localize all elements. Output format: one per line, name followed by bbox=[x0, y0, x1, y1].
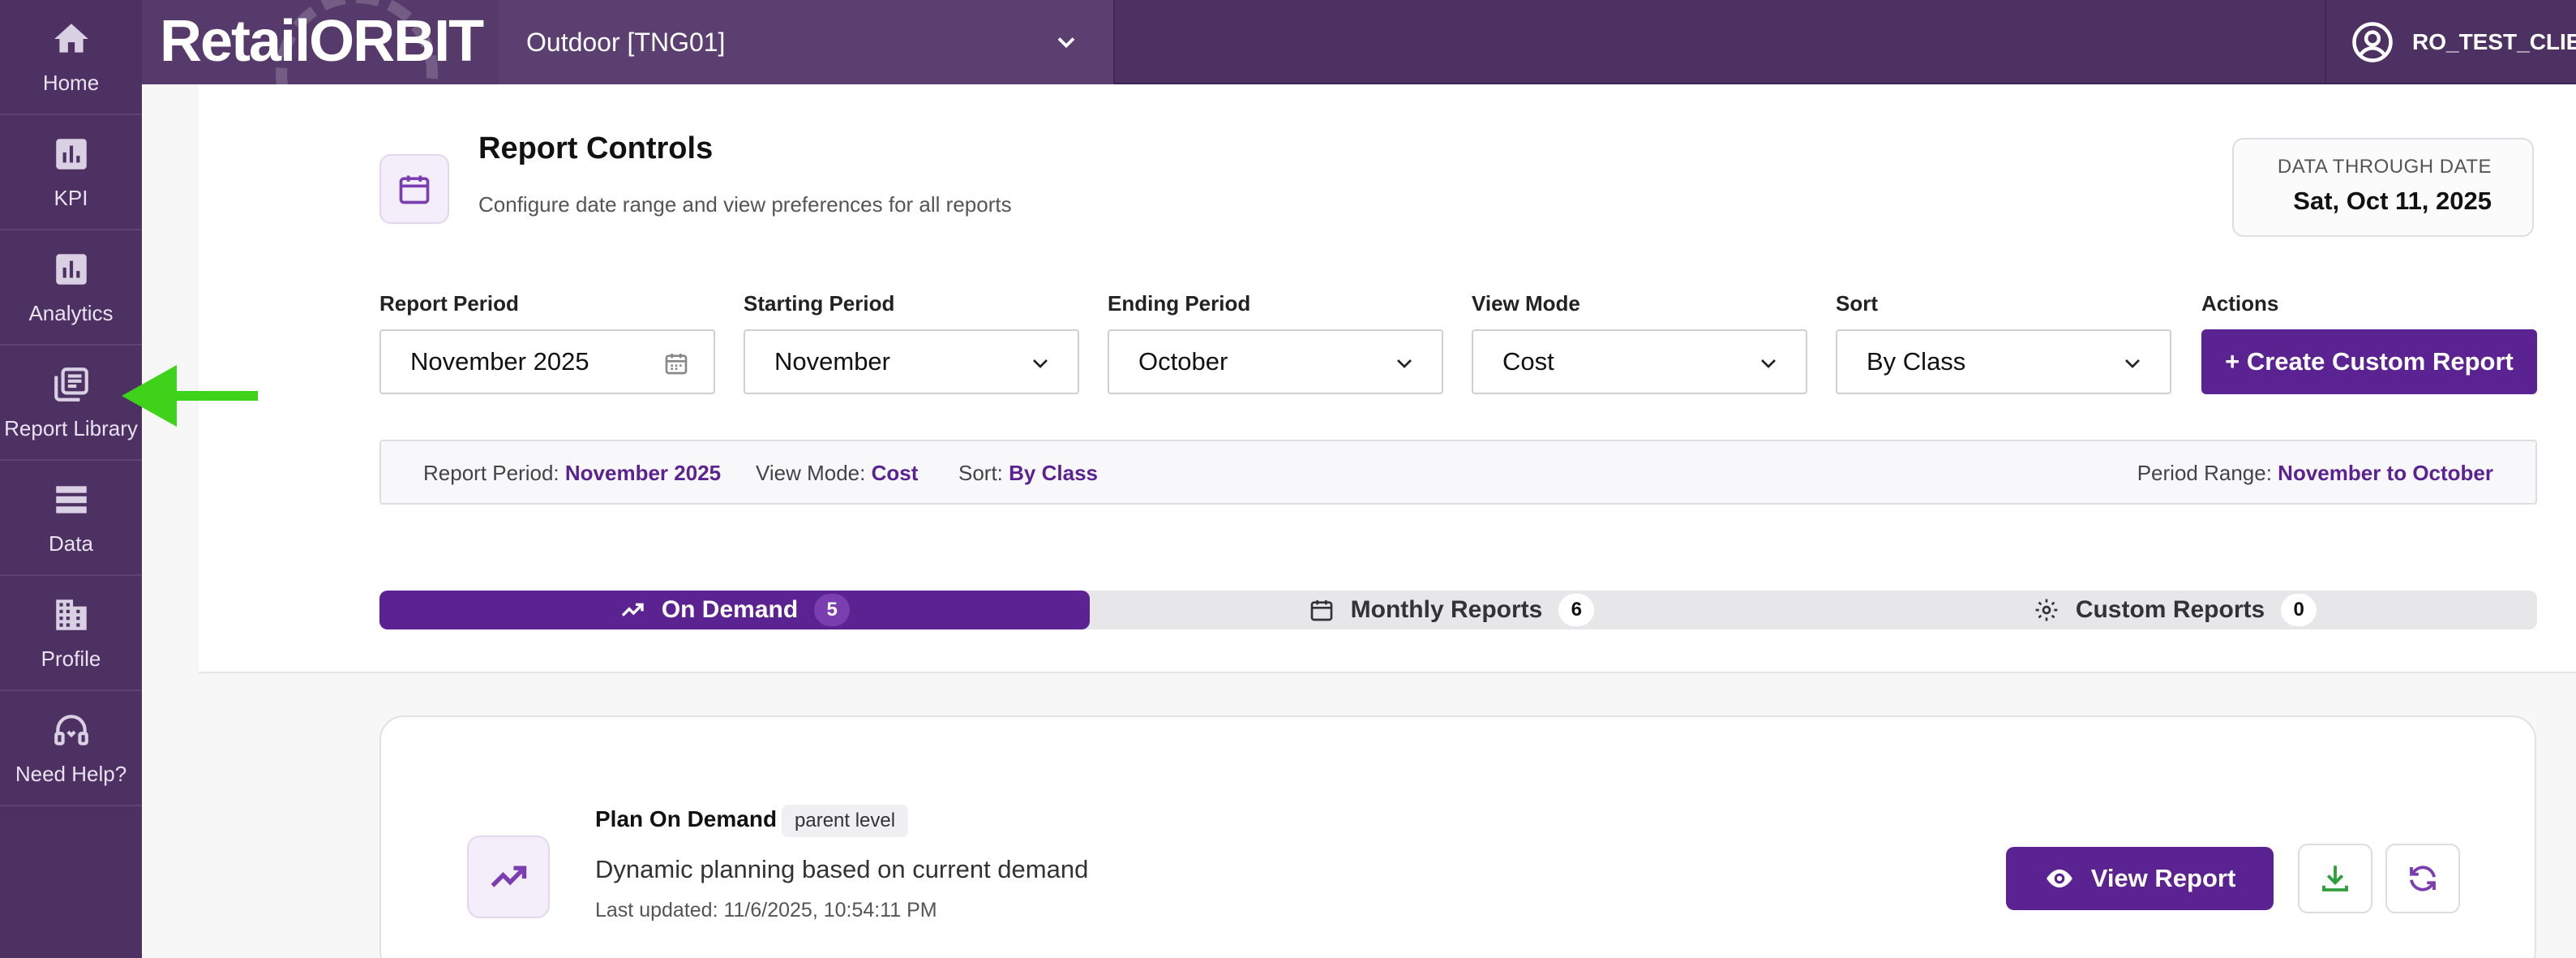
report-period-label: Report Period bbox=[379, 291, 519, 316]
refresh-button[interactable] bbox=[2385, 844, 2460, 913]
tab-monthly-reports[interactable]: Monthly Reports 6 bbox=[1090, 591, 1813, 629]
summary-view-mode: View Mode: Cost bbox=[756, 461, 919, 485]
report-title: Plan On Demand bbox=[595, 806, 778, 831]
view-mode-select[interactable]: Cost bbox=[1472, 329, 1807, 394]
sidebar-item-data[interactable]: Data bbox=[0, 461, 142, 576]
actions-label: Actions bbox=[2201, 291, 2279, 316]
building-icon bbox=[55, 599, 87, 630]
sidebar-item-help[interactable]: Need Help? bbox=[0, 691, 142, 806]
tab-on-demand[interactable]: On Demand 5 bbox=[379, 591, 1090, 629]
starting-period-value: November bbox=[774, 347, 890, 376]
data-icon bbox=[55, 485, 87, 513]
data-through-date-value: Sat, Oct 11, 2025 bbox=[2293, 187, 2492, 215]
store-selector-value: Outdoor [TNG01] bbox=[526, 27, 726, 57]
report-period-input[interactable]: November 2025 bbox=[379, 329, 715, 394]
report-icon-box bbox=[467, 836, 550, 918]
sort-label: Sort bbox=[1836, 291, 1878, 316]
settings-summary-bar: Report Period: November 2025 View Mode: … bbox=[379, 440, 2537, 505]
refresh-icon bbox=[2410, 866, 2436, 891]
user-name: RO_TEST_CLIENT bbox=[2412, 29, 2576, 54]
logo-text: RetailORBIT bbox=[160, 9, 484, 74]
chevron-down-icon bbox=[1033, 359, 1048, 368]
library-icon bbox=[54, 367, 88, 402]
report-description: Dynamic planning based on current demand bbox=[595, 855, 1089, 883]
bar-chart-icon bbox=[55, 253, 87, 285]
top-bar: RetailORBIT Outdoor [TNG01] RO_TEST_CLIE… bbox=[142, 0, 2576, 84]
view-report-label: View Report bbox=[2090, 864, 2236, 892]
sidebar: Home KPI Analytics Report Library Data P… bbox=[0, 0, 142, 958]
report-controls-icon-box bbox=[379, 154, 449, 224]
report-card: Plan On Demand parent level Dynamic plan… bbox=[379, 715, 2536, 958]
trending-up-icon bbox=[491, 866, 527, 887]
tab-count-badge: 5 bbox=[814, 594, 851, 626]
annotation-arrow-icon bbox=[122, 365, 258, 427]
chevron-down-icon bbox=[1397, 359, 1412, 368]
create-custom-report-button[interactable]: + Create Custom Report bbox=[2201, 329, 2537, 394]
ending-period-label: Ending Period bbox=[1108, 291, 1251, 316]
logo[interactable]: RetailORBIT bbox=[142, 0, 499, 84]
headset-icon bbox=[54, 714, 88, 745]
home-icon bbox=[54, 23, 88, 53]
page-subtitle: Configure date range and view preference… bbox=[478, 192, 1012, 217]
sidebar-item-home[interactable]: Home bbox=[0, 0, 142, 115]
summary-period-range: Period Range: November to October bbox=[2137, 461, 2493, 485]
report-controls-panel: Report Controls Configure date range and… bbox=[199, 84, 2576, 673]
tab-count-badge: 6 bbox=[1558, 594, 1595, 626]
sort-select[interactable]: By Class bbox=[1836, 329, 2171, 394]
sidebar-item-profile[interactable]: Profile bbox=[0, 576, 142, 691]
calendar-icon bbox=[1310, 600, 1332, 621]
sidebar-item-label: Data bbox=[49, 531, 93, 556]
download-icon bbox=[2322, 866, 2348, 891]
data-through-date-label: DATA THROUGH DATE bbox=[2277, 156, 2492, 178]
report-last-updated: Last updated: 11/6/2025, 10:54:11 PM bbox=[595, 899, 937, 921]
summary-report-period: Report Period: November 2025 bbox=[423, 461, 722, 485]
view-mode-value: Cost bbox=[1502, 347, 1554, 376]
page-title: Report Controls bbox=[478, 131, 714, 165]
calendar-icon[interactable] bbox=[663, 350, 689, 376]
sidebar-item-analytics[interactable]: Analytics bbox=[0, 230, 142, 346]
gear-icon bbox=[2035, 599, 2058, 621]
ending-period-value: October bbox=[1138, 347, 1228, 376]
chevron-down-icon bbox=[1057, 37, 1075, 49]
bar-chart-icon bbox=[55, 138, 87, 170]
summary-sort: Sort: By Class bbox=[958, 461, 1098, 485]
sidebar-item-label: Need Help? bbox=[15, 761, 127, 786]
chevron-down-icon bbox=[2125, 359, 2140, 368]
tab-count-badge: 0 bbox=[2281, 594, 2317, 626]
sidebar-item-label: KPI bbox=[54, 185, 88, 210]
calendar-icon bbox=[399, 175, 430, 204]
sidebar-item-report-library[interactable]: Report Library bbox=[0, 346, 142, 461]
report-period-value: November 2025 bbox=[410, 347, 589, 376]
view-mode-label: View Mode bbox=[1472, 291, 1580, 316]
user-circle-icon bbox=[2352, 22, 2393, 62]
eye-icon bbox=[2046, 869, 2072, 888]
report-tabs: On Demand 5 Monthly Reports 6 Custom Repor… bbox=[379, 591, 2537, 629]
report-level-badge: parent level bbox=[782, 805, 909, 837]
store-selector[interactable]: Outdoor [TNG01] bbox=[499, 0, 1115, 84]
view-report-button[interactable]: View Report bbox=[2006, 847, 2274, 910]
sidebar-item-label: Report Library bbox=[4, 415, 138, 440]
sidebar-item-label: Analytics bbox=[28, 300, 114, 325]
user-menu[interactable]: RO_TEST_CLIENT bbox=[2325, 0, 2576, 84]
chevron-down-icon bbox=[1761, 359, 1776, 368]
tab-custom-reports[interactable]: Custom Reports 0 bbox=[1813, 591, 2537, 629]
ending-period-select[interactable]: October bbox=[1108, 329, 1443, 394]
sidebar-item-label: Profile bbox=[41, 646, 101, 671]
trending-up-icon bbox=[621, 603, 644, 616]
sidebar-item-kpi[interactable]: KPI bbox=[0, 115, 142, 230]
data-through-date-card: DATA THROUGH DATE Sat, Oct 11, 2025 bbox=[2232, 138, 2534, 237]
starting-period-select[interactable]: November bbox=[744, 329, 1079, 394]
starting-period-label: Starting Period bbox=[744, 291, 895, 316]
download-button[interactable] bbox=[2298, 844, 2372, 913]
sidebar-item-label: Home bbox=[42, 70, 100, 95]
sort-value: By Class bbox=[1867, 347, 1966, 376]
